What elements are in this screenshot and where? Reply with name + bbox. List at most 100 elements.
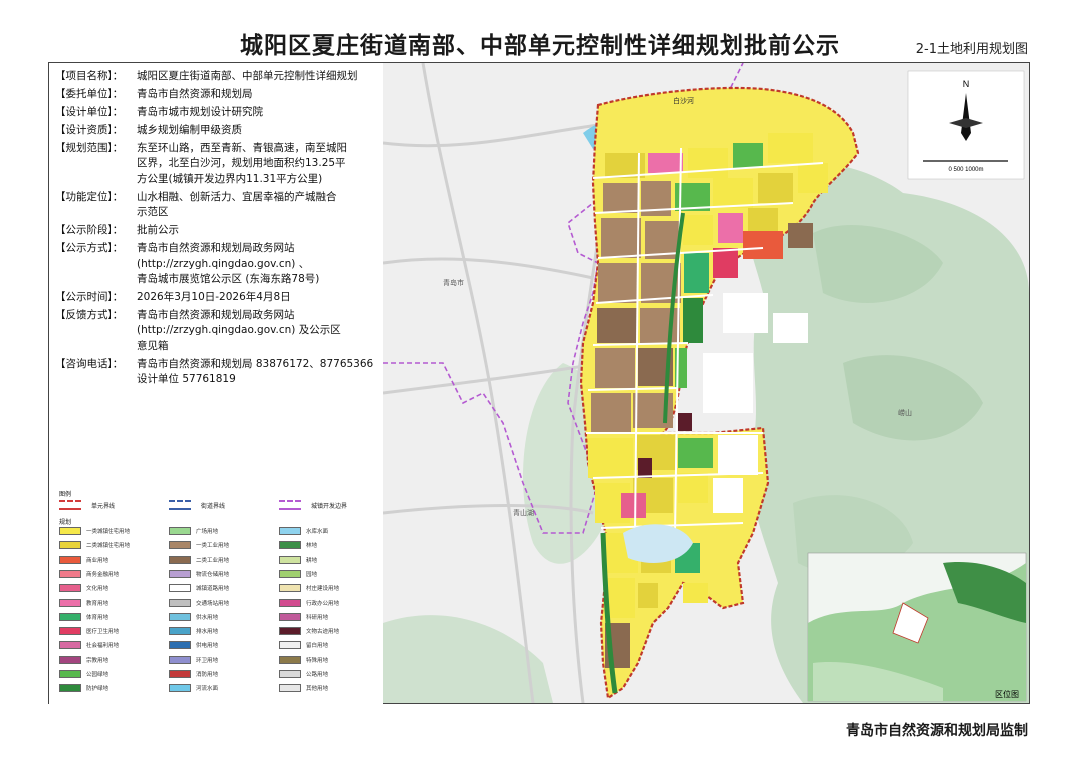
info-value: 城阳区夏庄街道南部、中部单元控制性详细规划: [137, 69, 381, 84]
info-value-line: 东至环山路，西至青新、青银高速，南至城阳: [137, 142, 347, 154]
legend-label: 商业用地: [86, 557, 109, 564]
info-row: 【项目名称】： 城阳区夏庄街道南部、中部单元控制性详细规划: [55, 69, 381, 84]
legend-swatch: [59, 541, 81, 550]
legend-item: 广场用地: [169, 526, 218, 536]
map-canvas[interactable]: 白沙河 青岛市 崂山 青山湖 N 0 500 1000m 区位图: [383, 63, 1029, 703]
map-label-mountain: 崂山: [898, 408, 912, 417]
legend-swatch: [169, 655, 191, 664]
scale-text: 0 500 1000m: [948, 167, 983, 173]
info-key: 【反馈方式】：: [55, 309, 124, 322]
legend-swatch: [59, 684, 81, 693]
info-value-line: 城阳区夏庄街道南部、中部单元控制性详细规划: [137, 70, 358, 82]
info-key: 【公示时间】：: [55, 291, 124, 304]
legend-label: 广场用地: [196, 529, 219, 535]
info-value-line: (http://zrzygh.qingdao.gov.cn) 及公示区: [137, 324, 341, 337]
info-value: 青岛市自然资源和规划局: [137, 87, 381, 102]
inset-label: 区位图: [995, 689, 1019, 699]
info-row: 【公示时间】： 2026年3月10日-2026年4月8日: [55, 290, 381, 305]
legend-item: 二类城镇住宅用地: [59, 540, 130, 550]
legend-label: 公路用地: [306, 672, 329, 678]
legend-top-item: 单元界线: [59, 500, 115, 510]
legend-swatch: [279, 569, 301, 578]
info-row: 【设计资质】： 城乡规划编制甲级资质: [55, 123, 381, 138]
legend-subheading: 规划: [59, 519, 72, 526]
legend-swatch: [59, 584, 81, 593]
legend-label: 医疗卫生用地: [86, 629, 120, 636]
info-value: 批前公示: [137, 223, 381, 238]
legend-item: 防护绿地: [59, 683, 108, 693]
info-key: 【设计单位】：: [55, 106, 124, 118]
info-row: 【公示阶段】： 批前公示: [55, 223, 381, 238]
legend-label: 二类工业用地: [196, 557, 230, 564]
legend-label: 河流水面: [196, 686, 219, 693]
legend-label: 留白用地: [306, 643, 329, 650]
info-value-line: 青岛市自然资源和规划局政务网站: [137, 242, 295, 255]
legend-label: 供水用地: [196, 614, 219, 621]
legend-item: 医疗卫生用地: [59, 626, 119, 636]
legend-label: 文化用地: [86, 586, 109, 593]
legend-swatch: [279, 598, 301, 607]
legend-item: 其他用地: [279, 683, 328, 693]
legend-item: 林地: [279, 540, 317, 550]
legend-swatch: [169, 612, 191, 621]
legend-swatch: [279, 527, 301, 535]
info-key: 【公示阶段】：: [55, 224, 124, 237]
legend-swatch: [279, 612, 301, 621]
info-value-line: 区界，北至白沙河，规划用地面积约13.25平: [137, 157, 346, 170]
legend-swatch: [279, 627, 301, 636]
info-row: 【公示方式】： 青岛市自然资源和规划局政务网站 (http://zrzygh.qin…: [55, 241, 381, 287]
legend-swatch: [169, 527, 191, 535]
legend-item: 供水用地: [169, 612, 218, 622]
legend-item: 体育用地: [59, 612, 108, 622]
legend-label: 体育用地: [86, 614, 109, 621]
legend-top-item: 城镇开发边界: [279, 500, 347, 510]
legend-swatch: [169, 670, 191, 678]
legend-label: 文物古迹用地: [306, 629, 340, 636]
legend-label: 教育用地: [86, 600, 109, 607]
info-value: 城乡规划编制甲级资质: [137, 123, 381, 138]
legend-item: 社会福利用地: [59, 640, 119, 650]
legend-swatch: [169, 500, 191, 510]
legend-swatch: [59, 555, 81, 564]
info-value: 青岛市自然资源和规划局政务网站 (http://zrzygh.qingdao.go…: [137, 241, 381, 287]
legend-item: 交通场站用地: [169, 598, 229, 608]
legend-swatch: [59, 598, 81, 607]
legend-item: 文化用地: [59, 583, 108, 593]
info-value: 山水相融、创新活力、宜居幸福的产城融合 示范区: [137, 190, 381, 221]
info-value: 2026年3月10日-2026年4月8日: [137, 290, 381, 305]
legend-item: 村庄建设用地: [279, 583, 339, 593]
legend-label: 其他用地: [306, 686, 329, 693]
legend-label: 城镇道路用地: [196, 586, 230, 593]
legend-swatch: [59, 670, 81, 678]
info-value: 青岛市城市规划设计研究院: [137, 105, 381, 120]
info-row: 【设计单位】： 青岛市城市规划设计研究院: [55, 105, 381, 120]
legend-swatch: [169, 684, 191, 693]
land-use-map[interactable]: 白沙河 青岛市 崂山 青山湖 N 0 500 1000m 区位图: [383, 63, 1029, 703]
legend-item: 消防用地: [169, 669, 218, 679]
info-panel: 【项目名称】： 城阳区夏庄街道南部、中部单元控制性详细规划 【委托单位】： 青岛市自然…: [49, 63, 383, 469]
info-value-line: 意见箱: [137, 339, 169, 352]
info-row: 【委托单位】： 青岛市自然资源和规划局: [55, 87, 381, 102]
legend-item: 商务金融用地: [59, 569, 119, 579]
info-value-line: 设计单位 57761819: [137, 373, 236, 386]
legend-label: 二类城镇住宅用地: [86, 543, 131, 550]
map-label-city: 青岛市: [443, 278, 464, 287]
legend-swatch: [59, 569, 81, 578]
legend-item: 城镇道路用地: [169, 583, 229, 593]
info-key: 【设计资质】：: [55, 124, 124, 136]
legend-label: 消防用地: [196, 672, 219, 678]
legend-swatch: [279, 555, 301, 564]
legend-item: 一类工业用地: [169, 540, 229, 550]
legend-label: 排水用地: [196, 629, 219, 636]
info-value-line: 城乡规划编制甲级资质: [137, 124, 242, 136]
legend-swatch: [279, 500, 301, 510]
legend-label: 水库水面: [306, 529, 329, 535]
info-row: 【咨询电话】： 青岛市自然资源和规划局 83876172、87765366 设计单位…: [55, 357, 381, 388]
legend-label: 物流仓储用地: [196, 571, 230, 578]
legend-label: 特殊用地: [306, 657, 329, 664]
legend-top-item: 街道界线: [169, 500, 225, 510]
info-value-line: 青岛城市展览馆公示区 (东海东路78号): [137, 273, 320, 286]
legend-label: 宗教用地: [86, 657, 109, 664]
legend-label: 城镇开发边界: [311, 502, 348, 510]
legend-swatch: [169, 555, 191, 564]
